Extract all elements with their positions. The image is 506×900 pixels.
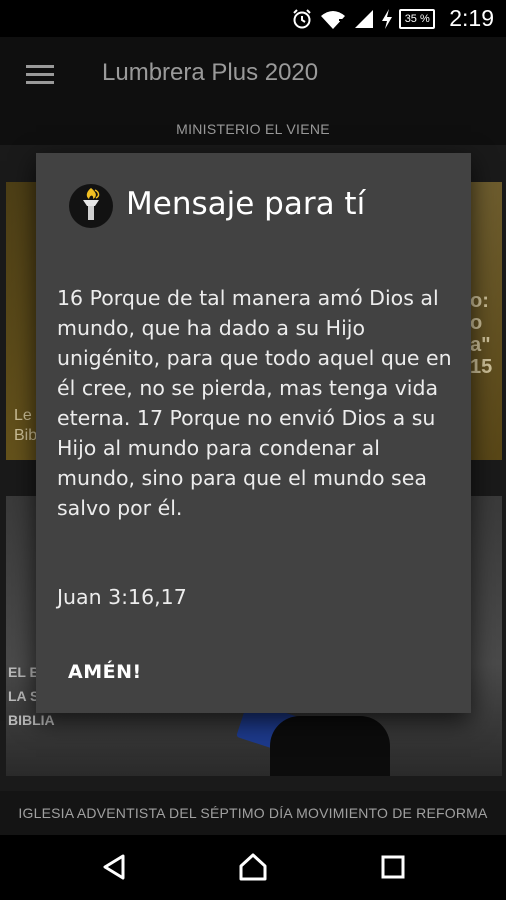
dialog-message: 16 Porque de tal manera amó Dios al mund… <box>57 286 452 520</box>
status-icons: 35 % 2:19 <box>291 0 494 37</box>
battery-percent: 35 % <box>404 12 430 25</box>
home-icon[interactable] <box>235 849 271 885</box>
hand-image <box>270 716 390 776</box>
wifi-icon <box>321 10 346 29</box>
sub-header-text: MINISTERIO EL VIENE <box>176 121 330 137</box>
app-bar: Lumbrera Plus 2020 <box>0 37 506 111</box>
battery-icon: 35 % <box>399 8 436 29</box>
status-time: 2:19 <box>449 5 494 31</box>
torch-logo-icon <box>69 184 113 228</box>
app-title: Lumbrera Plus 2020 <box>102 59 319 86</box>
footer-text: IGLESIA ADVENTISTA DEL SÉPTIMO DÍA MOVIM… <box>18 805 488 821</box>
signal-icon <box>355 9 374 28</box>
navigation-bar <box>0 835 506 900</box>
amen-button[interactable]: AMÉN! <box>58 653 152 691</box>
footer-bar: IGLESIA ADVENTISTA DEL SÉPTIMO DÍA MOVIM… <box>0 791 506 835</box>
alarm-icon <box>293 8 311 28</box>
charging-icon <box>382 8 393 29</box>
featured-card-caption-left: Le Bib <box>14 407 38 444</box>
sub-header: MINISTERIO EL VIENE <box>0 111 506 145</box>
dialog-reference: Juan 3:16,17 <box>57 585 187 609</box>
message-dialog: Mensaje para tí 16 Porque de tal manera … <box>36 153 471 713</box>
back-icon[interactable] <box>96 849 132 885</box>
status-bar: 35 % 2:19 <box>0 0 506 37</box>
featured-card-caption-right: o: o a" 15 <box>470 290 493 378</box>
hamburger-menu-icon[interactable] <box>26 65 54 85</box>
dialog-title: Mensaje para tí <box>126 186 366 222</box>
recents-icon[interactable] <box>375 849 411 885</box>
